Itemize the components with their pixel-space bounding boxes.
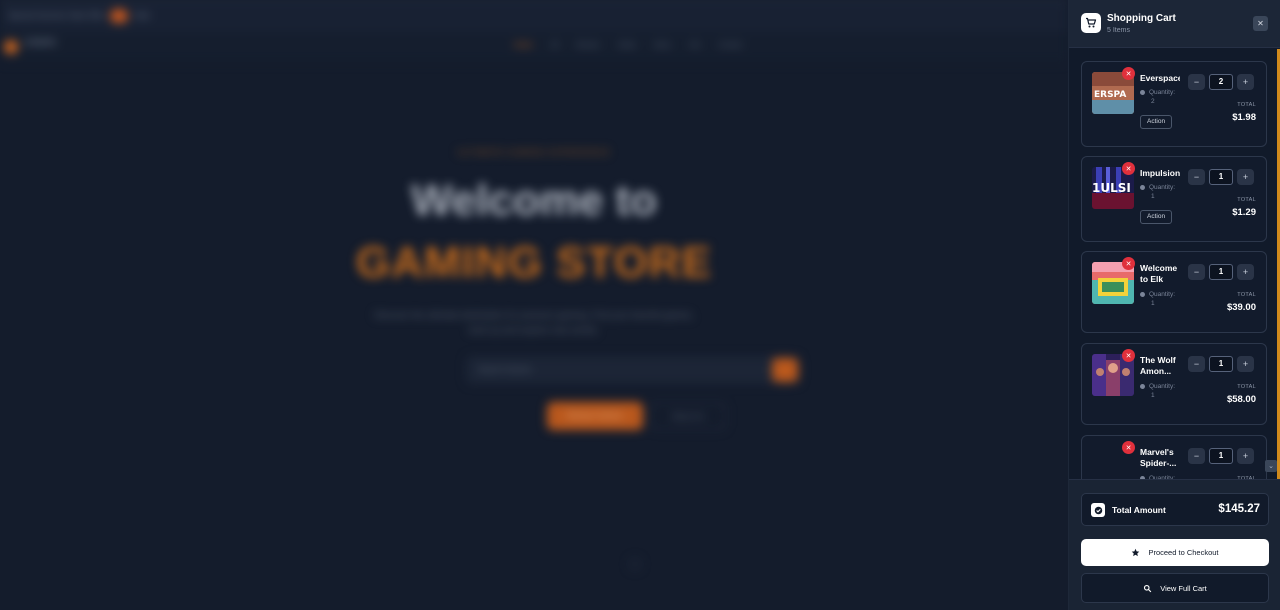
item-name: Marvel's Spider-...: [1140, 447, 1177, 468]
item-total-label: TOTAL: [1237, 292, 1256, 298]
item-total-value: $39.00: [1226, 302, 1256, 313]
nav-item-all[interactable]: All: [551, 42, 559, 49]
nav-item-deals[interactable]: Deals: [618, 42, 636, 49]
nav-item-browse[interactable]: Browse: [576, 42, 599, 49]
cart-title: Shopping Cart: [1107, 13, 1176, 24]
decrease-button[interactable]: −: [1188, 448, 1205, 464]
cart-item: ERSPA ✕ Everspace Quantity: 2 Action − 2…: [1081, 61, 1267, 147]
item-name: The Wolf Amon...: [1140, 355, 1176, 376]
store-page-backdrop: Special Summer Sale Offer Sale GAMING Ho…: [0, 0, 1068, 610]
quantity-field[interactable]: 1: [1209, 169, 1233, 185]
cart-item: 1ULSI ✕ Impulsion Quantity: 1 Action − 1…: [1081, 156, 1267, 242]
scroll-handle-icon[interactable]: ⌄: [1265, 460, 1277, 472]
quantity-stepper: − 2 +: [1188, 74, 1254, 90]
nav-item-home[interactable]: Home: [514, 42, 533, 49]
search-button[interactable]: [772, 358, 798, 382]
quantity-field[interactable]: 1: [1209, 356, 1233, 372]
hero-headline: Welcome to: [410, 176, 658, 225]
item-name: Welcome to Elk: [1140, 263, 1178, 284]
item-name: Impulsion: [1140, 168, 1180, 178]
view-full-cart-label: View Full Cart: [1160, 583, 1207, 593]
cart-icon: [1081, 13, 1101, 33]
item-total-label: TOTAL: [1237, 197, 1256, 203]
decrease-button[interactable]: −: [1188, 264, 1205, 280]
decrease-button[interactable]: −: [1188, 356, 1205, 372]
item-quantity-label: Quantity: 1: [1140, 290, 1179, 308]
logo-icon: [4, 40, 18, 54]
svg-text:1ULSI: 1ULSI: [1092, 181, 1131, 195]
hero-search[interactable]: Search Games: [466, 356, 800, 384]
increase-button[interactable]: +: [1237, 169, 1254, 185]
genre-tag: Action: [1140, 115, 1173, 129]
hero-tagline: ULTIMATE GAMING EXPERIENCE: [457, 148, 611, 157]
remove-item-icon[interactable]: ✕: [1122, 257, 1135, 270]
item-quantity-label: Quantity: 2: [1140, 88, 1179, 106]
cart-footer: Total Amount $145.27 Proceed to Checkout…: [1069, 479, 1280, 610]
quantity-field[interactable]: 2: [1209, 74, 1233, 90]
promo-text-2: Sale: [134, 11, 151, 20]
increase-button[interactable]: +: [1237, 264, 1254, 280]
item-quantity-label: Quantity: 1: [1140, 382, 1179, 400]
increase-button[interactable]: +: [1237, 74, 1254, 90]
svg-text:ERSPA: ERSPA: [1094, 90, 1126, 100]
promo-badge: [110, 9, 128, 23]
checkout-button[interactable]: Proceed to Checkout: [1081, 539, 1269, 566]
quantity-dot-icon: [1140, 384, 1145, 389]
checkout-label: Proceed to Checkout: [1148, 548, 1219, 557]
check-badge-icon: [1091, 503, 1105, 517]
quantity-field[interactable]: 1: [1209, 448, 1233, 464]
item-total-value: $58.00: [1226, 394, 1256, 405]
cart-item: ✕ The Wolf Amon... Quantity: 1 − 1 + TOT…: [1081, 343, 1267, 425]
item-total-label: TOTAL: [1237, 102, 1256, 108]
item-total-label: TOTAL: [1237, 384, 1256, 390]
decrease-button[interactable]: −: [1188, 74, 1205, 90]
total-amount-label: Total Amount: [1112, 505, 1166, 515]
logo-text: GAMING: [24, 38, 57, 47]
quantity-field[interactable]: 1: [1209, 264, 1233, 280]
quantity-stepper: − 1 +: [1188, 448, 1254, 464]
quantity-dot-icon: [1140, 90, 1145, 95]
quantity-stepper: − 1 +: [1188, 264, 1254, 280]
cart-item: ✕ Marvel's Spider-... Quantity: − 1 + TO…: [1081, 435, 1267, 479]
remove-item-icon[interactable]: ✕: [1122, 349, 1135, 362]
shopping-cart-drawer: Shopping Cart 5 Items ✕ ERSPA ✕ Everspac…: [1068, 0, 1280, 610]
nav-item-contact[interactable]: Contact: [718, 42, 742, 49]
about-button[interactable]: About Us: [650, 402, 726, 430]
hero-description: Discover the ultimate destination for pr…: [374, 310, 694, 335]
quantity-dot-icon: [1140, 292, 1145, 297]
item-quantity-label: Quantity: 1: [1140, 183, 1179, 201]
nav-menu: Home All Browse Deals News Hot Contact: [514, 42, 742, 49]
hero-headline-brand: GAMING STORE: [356, 238, 712, 287]
quantity-dot-icon: [1140, 185, 1145, 190]
remove-item-icon[interactable]: ✕: [1122, 162, 1135, 175]
cart-items-list[interactable]: ERSPA ✕ Everspace Quantity: 2 Action − 2…: [1069, 49, 1280, 479]
genre-tag: Action: [1140, 210, 1173, 224]
cart-item-count: 5 Items: [1107, 27, 1130, 34]
total-amount-value: $145.27: [1218, 503, 1260, 515]
close-icon[interactable]: ✕: [1253, 16, 1268, 31]
browse-games-button[interactable]: Browse Games: [547, 402, 643, 430]
increase-button[interactable]: +: [1237, 356, 1254, 372]
increase-button[interactable]: +: [1237, 448, 1254, 464]
scroll-indicator-icon: [629, 558, 641, 570]
item-name: Everspace: [1140, 73, 1180, 83]
decrease-button[interactable]: −: [1188, 169, 1205, 185]
quantity-stepper: − 1 +: [1188, 356, 1254, 372]
quantity-stepper: − 1 +: [1188, 169, 1254, 185]
nav-item-hot[interactable]: Hot: [689, 42, 700, 49]
star-icon: [1132, 548, 1140, 557]
total-amount-box: Total Amount $145.27: [1081, 493, 1269, 526]
promo-text: Special Summer Sale Offer: [8, 11, 105, 20]
remove-item-icon[interactable]: ✕: [1122, 67, 1135, 80]
promo-bar: Special Summer Sale Offer Sale: [0, 0, 1068, 32]
remove-item-icon[interactable]: ✕: [1122, 441, 1135, 454]
item-total-value: $1.29: [1232, 207, 1256, 218]
item-total-value: $1.98: [1232, 112, 1256, 123]
cart-header: Shopping Cart 5 Items ✕: [1069, 0, 1280, 48]
search-placeholder: Search Games: [478, 365, 532, 374]
view-full-cart-button[interactable]: View Full Cart: [1081, 573, 1269, 603]
search-icon: [1144, 584, 1152, 592]
nav-item-news[interactable]: News: [654, 42, 672, 49]
cart-item: ✕ Welcome to Elk Quantity: 1 − 1 + TOTAL…: [1081, 251, 1267, 333]
